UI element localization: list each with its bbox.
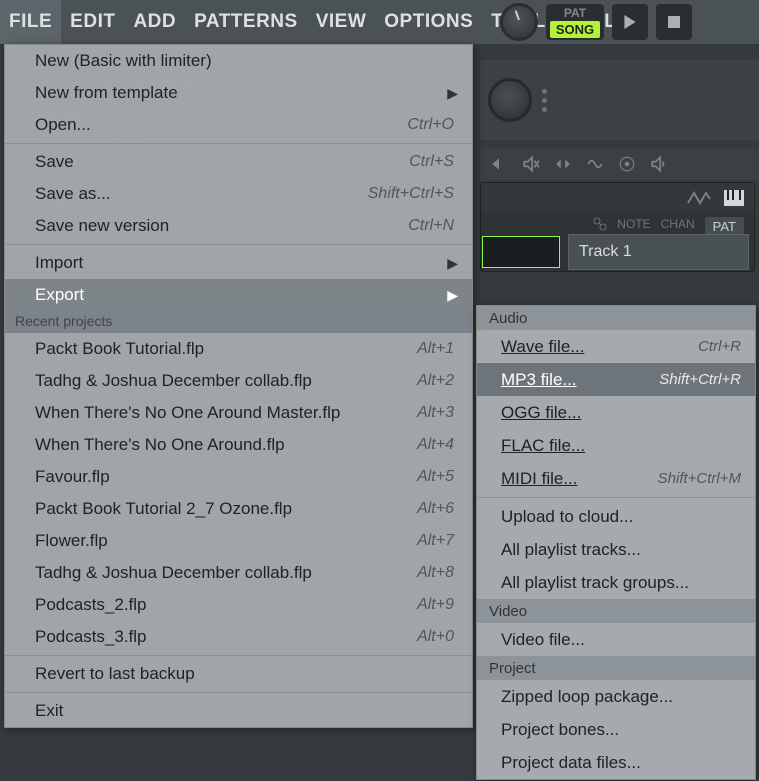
recent-item[interactable]: Podcasts_3.flpAlt+0 (5, 621, 472, 653)
shortcut-label: Alt+0 (417, 628, 454, 646)
shortcut-label: Ctrl+R (698, 338, 741, 355)
shortcut-label: Alt+6 (417, 500, 454, 518)
export-midi[interactable]: MIDI file...Shift+Ctrl+M (477, 462, 755, 495)
export-all-tracks[interactable]: All playlist tracks... (477, 533, 755, 566)
export-all-track-groups[interactable]: All playlist track groups... (477, 566, 755, 599)
export-project-bones[interactable]: Project bones... (477, 713, 755, 746)
song-label: SONG (550, 21, 600, 38)
recent-item[interactable]: Favour.flpAlt+5 (5, 461, 472, 493)
track-header[interactable]: Track 1 (568, 234, 749, 270)
export-mp3[interactable]: MP3 file...Shift+Ctrl+R (477, 363, 755, 396)
export-wave[interactable]: Wave file...Ctrl+R (477, 330, 755, 363)
video-section-header: Video (477, 599, 755, 623)
menu-file[interactable]: FILE (0, 0, 61, 44)
shortcut-label: Shift+Ctrl+S (368, 185, 454, 203)
dot-icon (542, 89, 547, 94)
export-submenu: Audio Wave file...Ctrl+R MP3 file...Shif… (476, 305, 756, 780)
menu-save-as[interactable]: Save as...Shift+Ctrl+S (5, 178, 472, 210)
panel-header (481, 183, 754, 213)
expand-icon[interactable] (554, 155, 572, 173)
menu-save[interactable]: SaveCtrl+S (5, 146, 472, 178)
shortcut-label: Ctrl+S (409, 153, 454, 171)
shortcut-label: Alt+2 (417, 372, 454, 390)
menu-new-template[interactable]: New from template▶ (5, 77, 472, 109)
export-zipped-loop[interactable]: Zipped loop package... (477, 680, 755, 713)
export-flac[interactable]: FLAC file... (477, 429, 755, 462)
chevron-right-icon: ▶ (447, 85, 458, 102)
recent-item[interactable]: Packt Book Tutorial.flpAlt+1 (5, 333, 472, 365)
play-button[interactable] (612, 4, 648, 40)
shortcut-label: Shift+Ctrl+M (658, 470, 741, 487)
menu-options[interactable]: OPTIONS (375, 0, 482, 44)
level-dots (542, 89, 547, 112)
separator (477, 497, 755, 498)
pat-label: PAT (564, 6, 586, 20)
recent-projects-header: Recent projects (5, 311, 472, 333)
speaker-icon[interactable] (650, 155, 668, 173)
menu-new[interactable]: New (Basic with limiter) (5, 45, 472, 77)
wave-icon[interactable] (586, 155, 604, 173)
menu-revert[interactable]: Revert to last backup (5, 658, 472, 690)
recent-item[interactable]: When There's No One Around.flpAlt+4 (5, 429, 472, 461)
menu-patterns[interactable]: PATTERNS (185, 0, 307, 44)
separator (5, 244, 472, 245)
recent-item[interactable]: When There's No One Around Master.flpAlt… (5, 397, 472, 429)
shortcut-label: Alt+5 (417, 468, 454, 486)
track-label: Track 1 (579, 243, 632, 261)
shortcut-label: Ctrl+O (407, 116, 454, 134)
separator (5, 655, 472, 656)
menu-edit[interactable]: EDIT (61, 0, 124, 44)
menu-export[interactable]: Export▶ (5, 279, 472, 311)
shortcut-label: Alt+1 (417, 340, 454, 358)
project-section-header: Project (477, 656, 755, 680)
dot-icon (542, 107, 547, 112)
mute-icon[interactable] (522, 155, 540, 173)
tempo-knob[interactable] (488, 78, 532, 122)
dot-icon (542, 98, 547, 103)
link-icon[interactable] (593, 217, 607, 231)
piano-icon[interactable] (724, 190, 744, 206)
shortcut-label: Alt+9 (417, 596, 454, 614)
menu-save-new-version[interactable]: Save new versionCtrl+N (5, 210, 472, 242)
wave-shape-icon[interactable] (686, 189, 712, 207)
shortcut-label: Alt+7 (417, 532, 454, 550)
mixer-icon[interactable] (618, 155, 636, 173)
recent-item[interactable]: Tadhg & Joshua December collab.flpAlt+8 (5, 557, 472, 589)
menu-import[interactable]: Import▶ (5, 247, 472, 279)
file-menu-dropdown: New (Basic with limiter) New from templa… (4, 44, 473, 728)
recent-item[interactable]: Flower.flpAlt+7 (5, 525, 472, 557)
shortcut-label: Alt+4 (417, 436, 454, 454)
recent-item[interactable]: Podcasts_2.flpAlt+9 (5, 589, 472, 621)
shortcut-label: Ctrl+N (408, 217, 454, 235)
recent-item[interactable]: Tadhg & Joshua December collab.flpAlt+2 (5, 365, 472, 397)
export-ogg[interactable]: OGG file... (477, 396, 755, 429)
audio-section-header: Audio (477, 306, 755, 330)
export-upload-cloud[interactable]: Upload to cloud... (477, 500, 755, 533)
shortcut-label: Alt+3 (417, 404, 454, 422)
pattern-preview[interactable] (482, 236, 560, 268)
menu-exit[interactable]: Exit (5, 695, 472, 727)
transport-area: PAT SONG (500, 3, 692, 41)
secondary-toolbar (480, 60, 759, 140)
rewind-icon[interactable] (490, 155, 508, 173)
menu-open[interactable]: Open...Ctrl+O (5, 109, 472, 141)
shortcut-label: Alt+8 (417, 564, 454, 582)
main-volume-knob[interactable] (500, 3, 538, 41)
chevron-right-icon: ▶ (447, 255, 458, 272)
menu-add[interactable]: ADD (124, 0, 185, 44)
top-bar: FILE EDIT ADD PATTERNS VIEW OPTIONS TOOL… (0, 0, 759, 44)
export-project-data[interactable]: Project data files... (477, 746, 755, 779)
menu-view[interactable]: VIEW (307, 0, 376, 44)
pat-song-toggle[interactable]: PAT SONG (546, 4, 604, 40)
shortcut-label: Shift+Ctrl+R (659, 371, 741, 388)
window-icon-row (480, 148, 759, 180)
export-video[interactable]: Video file... (477, 623, 755, 656)
recent-item[interactable]: Packt Book Tutorial 2_7 Ozone.flpAlt+6 (5, 493, 472, 525)
separator (5, 692, 472, 693)
chevron-right-icon: ▶ (447, 287, 458, 304)
separator (5, 143, 472, 144)
stop-button[interactable] (656, 4, 692, 40)
